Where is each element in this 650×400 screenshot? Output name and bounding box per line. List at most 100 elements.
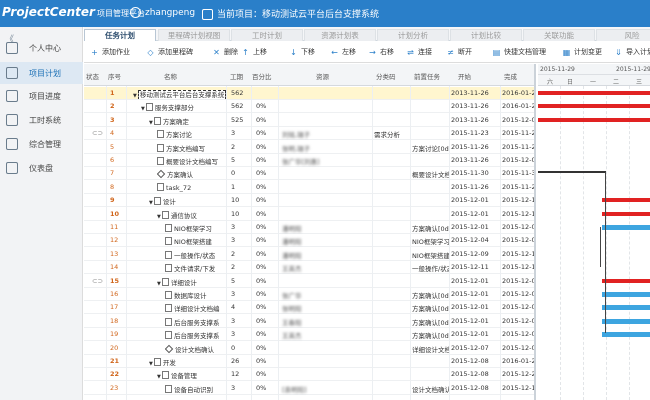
table-row[interactable]: 20设计文档确认00%详细设计文档2015-12-072015-12-07 bbox=[84, 342, 534, 355]
tab-7[interactable]: 风险 bbox=[596, 29, 650, 41]
expand-toggle-icon[interactable]: ▼ bbox=[157, 281, 161, 287]
row-name[interactable]: 设计文档确认 bbox=[165, 344, 228, 354]
current-project[interactable]: 当前项目：移动测试云平台后台支撑系统 bbox=[202, 7, 379, 20]
table-row[interactable]: 12 NIO框架搭建 3 0% 潘明阳 NIO框架学习 2015-12-04 2015-12-… bbox=[84, 234, 534, 248]
gantt-task-bar[interactable] bbox=[602, 292, 650, 297]
expand-toggle-icon[interactable]: ▼ bbox=[149, 120, 153, 126]
tab-0[interactable]: 任务计划 bbox=[84, 29, 156, 41]
expand-toggle-icon[interactable]: ▼ bbox=[157, 214, 161, 220]
unlink-button[interactable]: ≠ 断开 bbox=[446, 47, 472, 59]
expand-toggle-icon[interactable]: ▼ bbox=[149, 361, 153, 367]
tab-4[interactable]: 计划分析 bbox=[377, 29, 449, 41]
row-name[interactable]: ▼ 通信协议 bbox=[157, 210, 228, 220]
table-row[interactable]: 10 ▼ 通信协议 10 0% 2015-12-01 2015-12-14 bbox=[84, 208, 534, 221]
quick-doc-button[interactable]: ▤ 快捷文档管理 bbox=[492, 47, 546, 59]
gantt-milestone-line[interactable] bbox=[538, 171, 606, 174]
gantt-task-bar[interactable] bbox=[602, 305, 650, 311]
row-name[interactable]: ▼ 开发 bbox=[149, 357, 228, 367]
table-row[interactable]: 7方案确认00%概要设计文档2015-11-302015-11-30 bbox=[84, 167, 534, 181]
plan-change-button[interactable]: ▦ 计划变更 bbox=[562, 47, 602, 59]
row-name[interactable]: ▼ 设计 bbox=[149, 196, 228, 206]
table-row[interactable]: 14 文件请求/下发 2 0% 王英杰 一般操作/状态2015-12-11 2015-12-… bbox=[84, 261, 534, 275]
tab-5[interactable]: 计划比较 bbox=[450, 29, 522, 41]
app-logo[interactable]: ProjectCenter 项目管理平台 bbox=[2, 5, 145, 19]
table-row[interactable]: ⊂⊃ 15 ▼ 详细设计 5 0% 2015-12-01 2015-12-07 bbox=[84, 275, 534, 288]
col-seq-header[interactable]: 序号 bbox=[108, 71, 121, 81]
sidebar-item-0[interactable]: 个人中心 bbox=[0, 37, 83, 59]
row-name[interactable]: ▼ 方案确定 bbox=[149, 116, 228, 126]
row-name[interactable]: task_72 bbox=[157, 182, 228, 192]
row-name[interactable]: 方案确认 bbox=[157, 169, 228, 179]
row-name[interactable]: ▼ 服务支撑部分 bbox=[141, 102, 228, 112]
table-row[interactable]: 2 ▼ 服务支撑部分 562 0% 2013-11-26 2016-01-20 bbox=[84, 100, 534, 114]
expand-toggle-icon[interactable]: ▼ bbox=[149, 200, 153, 206]
col-status-header[interactable]: 状态 bbox=[86, 71, 99, 81]
add-milestone-button[interactable]: ◇ 添加里程碑 bbox=[146, 47, 193, 59]
table-row[interactable]: 5 方案文档编写 2 0% 张明,瑞子 方案讨论[0d 2015-11-26 2015-11-… bbox=[84, 141, 534, 154]
gantt-summary-bar[interactable] bbox=[602, 198, 650, 203]
row-name[interactable]: 文件请求/下发 bbox=[165, 263, 228, 273]
expand-toggle-icon[interactable]: ▼ bbox=[157, 374, 161, 380]
row-name[interactable]: 后台服务支撑系 bbox=[165, 317, 228, 327]
expand-toggle-icon[interactable]: ▼ bbox=[133, 93, 137, 99]
sidebar-item-5[interactable]: 仪表盘 bbox=[0, 157, 83, 179]
table-row[interactable]: 23 设备自动识别 3 0% [袁明阳] 设计文档确认 2015-12-08 2015-12-… bbox=[84, 382, 534, 395]
col-category-header[interactable]: 分类码 bbox=[376, 71, 396, 81]
gantt-summary-bar[interactable] bbox=[602, 278, 650, 283]
table-row[interactable]: 16 数据库设计 3 0% 张广华 方案确认[0d2015-12-01 2015-12-03 bbox=[84, 288, 534, 301]
move-right-button[interactable]: → 右移 bbox=[368, 47, 394, 59]
table-row[interactable]: 19 后台服务支撑系 3 0% 王英杰 方案确认[0d 2015-12-01 2015-12-… bbox=[84, 328, 534, 342]
table-row[interactable]: 1▼移动测试云平台后台支撑系统5622013-11-262016-01-20 bbox=[84, 87, 534, 100]
row-name[interactable]: 方案讨论 bbox=[157, 129, 228, 139]
expand-toggle-icon[interactable]: ▼ bbox=[141, 106, 145, 112]
row-name[interactable]: ▼ 移动测试云平台后台支撑系统 bbox=[133, 89, 228, 99]
delete-button[interactable]: ✕ 删除 bbox=[212, 47, 238, 59]
row-name[interactable]: ▼ 详细设计 bbox=[157, 277, 228, 287]
table-row[interactable]: 9 ▼ 设计 10 0% 2015-12-01 2015-12-14 bbox=[84, 194, 534, 208]
gantt-summary-bar[interactable] bbox=[538, 91, 650, 95]
table-row[interactable]: 21 ▼ 开发 26 0% 2015-12-08 2016-01-20 bbox=[84, 355, 534, 368]
table-row[interactable]: 17 详细设计文档编 4 0% 张明阳 方案确认[0d 2015-12-01 2015-12-… bbox=[84, 301, 534, 315]
gantt-summary-bar[interactable] bbox=[538, 117, 650, 122]
gantt-task-bar[interactable] bbox=[602, 225, 650, 230]
row-name[interactable]: 后台服务支撑系 bbox=[165, 330, 228, 340]
table-row[interactable]: ⊂⊃ 4 方案讨论 3 0% 刘铭,瑞子 需求分析 2015-11-23 2015-11-25 bbox=[84, 127, 534, 141]
col-end-header[interactable]: 完成 bbox=[504, 71, 517, 81]
gantt-task-bar[interactable] bbox=[602, 332, 650, 338]
move-up-button[interactable]: ↑ 上移 bbox=[241, 47, 267, 59]
row-name[interactable]: NIO框架搭建 bbox=[165, 236, 228, 246]
attachment-icon[interactable]: ⊂⊃ bbox=[92, 277, 103, 285]
add-task-button[interactable]: + 添加作业 bbox=[90, 47, 130, 59]
table-row[interactable]: 8 task_72 1 0% 2015-11-26 2015-11-26 bbox=[84, 181, 534, 194]
row-name[interactable]: 数据库设计 bbox=[165, 290, 228, 300]
table-row[interactable]: 22 ▼ 设备管理 12 0% 2015-12-08 2015-12-23 bbox=[84, 368, 534, 382]
table-row[interactable]: 6 概要设计文档编写 5 0% 张广华[刘惠] 2013-11-26 2015-12-02 bbox=[84, 154, 534, 167]
tab-2[interactable]: 工时计划 bbox=[231, 29, 303, 41]
table-row[interactable]: 13 一般操作/状态 2 0% 潘明阳 NIO框架搭建 2015-12-09 2015-12-… bbox=[84, 248, 534, 261]
current-user[interactable]: zhangpeng bbox=[130, 7, 195, 18]
tab-6[interactable]: 关联功能 bbox=[523, 29, 595, 41]
sidebar-item-1[interactable]: 项目计划 bbox=[0, 62, 83, 84]
tab-3[interactable]: 资源计划表 bbox=[304, 29, 376, 41]
row-name[interactable]: ▼ 设备管理 bbox=[157, 370, 228, 380]
sidebar-item-3[interactable]: 工时系统 bbox=[0, 109, 83, 131]
col-start-header[interactable]: 开始 bbox=[458, 71, 471, 81]
sidebar-item-2[interactable]: 项目进度 bbox=[0, 85, 83, 107]
row-name[interactable]: 概要设计文档编写 bbox=[157, 156, 228, 166]
attachment-icon[interactable]: ⊂⊃ bbox=[92, 129, 103, 137]
row-name[interactable]: 方案文档编写 bbox=[157, 143, 228, 153]
col-duration-header[interactable]: 工期 bbox=[230, 71, 243, 81]
sidebar-item-4[interactable]: 综合管理 bbox=[0, 133, 83, 155]
row-name[interactable]: 详细设计文档编 bbox=[165, 303, 228, 313]
col-percent-header[interactable]: 百分比 bbox=[252, 71, 272, 81]
gantt-summary-bar[interactable] bbox=[602, 211, 650, 216]
col-resource-header[interactable]: 资源 bbox=[316, 71, 329, 81]
row-name[interactable]: 设备自动识别 bbox=[165, 384, 228, 394]
table-row[interactable]: 18 后台服务支撑系 3 0% 王春阳 方案确认[0d 2015-12-01 2015-12-… bbox=[84, 315, 534, 328]
col-name-header[interactable]: 名称 bbox=[164, 71, 177, 81]
table-row[interactable]: 11 NIO框架学习 3 0% 潘明阳 方案确认[0d 2015-12-01 2015-12-… bbox=[84, 221, 534, 234]
row-name[interactable]: 一般操作/状态 bbox=[165, 250, 228, 260]
table-row[interactable]: 3 ▼ 方案确定 525 0% 2013-11-26 2015-12-02 bbox=[84, 114, 534, 127]
gantt-summary-bar[interactable] bbox=[538, 104, 650, 109]
link-button[interactable]: ⇌ 连接 bbox=[406, 47, 432, 59]
